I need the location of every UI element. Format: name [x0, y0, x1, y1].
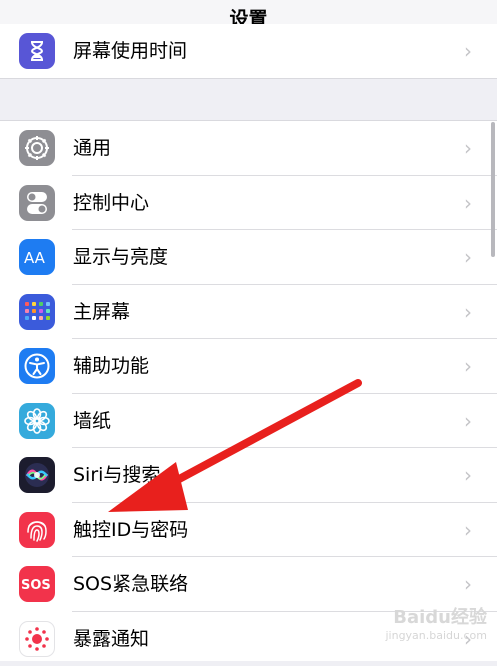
settings-row-home-screen[interactable]: 主屏幕 › [0, 285, 497, 340]
settings-row-label: 控制中心 [73, 176, 149, 230]
settings-group-screen-time: 屏幕使用时间 › [0, 24, 497, 79]
settings-group-main: 通用 › 控制中心 › AA 显示与亮度 › [0, 120, 497, 661]
chevron-right-icon: › [464, 339, 472, 393]
svg-text:SOS: SOS [21, 578, 51, 593]
toggles-icon [19, 185, 55, 221]
flower-icon [19, 403, 55, 439]
settings-row-siri-search[interactable]: Siri与搜索 › [0, 448, 497, 503]
exposure-icon [19, 621, 55, 657]
settings-row-label: 触控ID与密码 [73, 503, 188, 557]
settings-row-label: 墙纸 [73, 394, 111, 448]
hourglass-icon [19, 33, 55, 69]
accessibility-icon [19, 348, 55, 384]
chevron-right-icon: › [464, 230, 472, 284]
text-size-icon: AA [19, 239, 55, 275]
settings-row-wallpaper[interactable]: 墙纸 › [0, 394, 497, 449]
chevron-right-icon: › [464, 503, 472, 557]
settings-row-accessibility[interactable]: 辅助功能 › [0, 339, 497, 394]
settings-row-label: Siri与搜索 [73, 448, 160, 502]
settings-row-label: SOS紧急联络 [73, 557, 188, 611]
settings-row-touch-id-passcode[interactable]: 触控ID与密码 › [0, 503, 497, 558]
settings-row-general[interactable]: 通用 › [0, 121, 497, 176]
settings-row-control-center[interactable]: 控制中心 › [0, 176, 497, 231]
scrollbar[interactable] [491, 122, 495, 257]
siri-icon [19, 457, 55, 493]
fingerprint-icon [19, 512, 55, 548]
settings-row-label: 屏幕使用时间 [73, 24, 187, 78]
settings-row-label: 通用 [73, 121, 111, 175]
sos-icon: SOS [19, 566, 55, 602]
chevron-right-icon: › [464, 121, 472, 175]
chevron-right-icon: › [464, 285, 472, 339]
svg-text:AA: AA [24, 249, 46, 267]
settings-row-label: 显示与亮度 [73, 230, 168, 284]
watermark: Baidu经验 jingyan.baidu.com [385, 603, 487, 642]
chevron-right-icon: › [464, 394, 472, 448]
settings-row-label: 主屏幕 [73, 285, 130, 339]
settings-row-display-brightness[interactable]: AA 显示与亮度 › [0, 230, 497, 285]
settings-row-screen-time[interactable]: 屏幕使用时间 › [0, 24, 497, 78]
gear-icon [19, 130, 55, 166]
watermark-logo: Baidu经验 [385, 603, 487, 629]
app-grid-icon [19, 294, 55, 330]
chevron-right-icon: › [464, 24, 472, 78]
settings-row-label: 辅助功能 [73, 339, 149, 393]
chevron-right-icon: › [464, 448, 472, 502]
chevron-right-icon: › [464, 176, 472, 230]
settings-row-label: 暴露通知 [73, 612, 149, 666]
watermark-url: jingyan.baidu.com [385, 629, 487, 642]
